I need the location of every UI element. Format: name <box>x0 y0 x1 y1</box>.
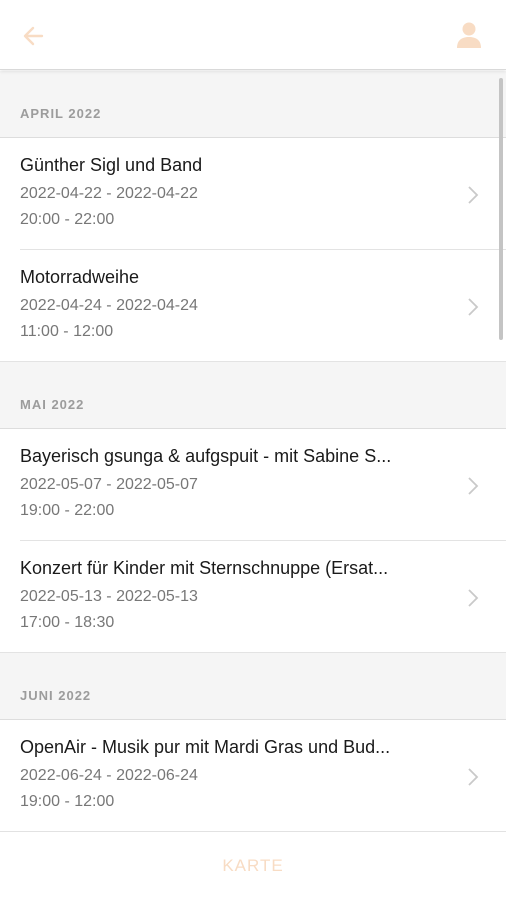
section-header-juni: JUNI 2022 <box>0 653 506 720</box>
event-time: 20:00 - 22:00 <box>20 211 115 228</box>
map-button[interactable]: KARTE <box>222 856 283 876</box>
chevron-path <box>468 768 479 786</box>
chevron-right-icon <box>468 768 479 786</box>
event-time: 17:00 - 18:30 <box>20 614 115 631</box>
chevron-right-icon <box>468 589 479 607</box>
chevron-right-icon <box>468 298 479 316</box>
event-row[interactable]: Bayerisch gsunga & aufgspuit - mit Sabin… <box>0 429 506 541</box>
section-items-juni: OpenAir - Musik pur mit Mardi Gras und B… <box>0 720 506 831</box>
bottom-bar: KARTE <box>0 831 506 900</box>
chevron-path <box>468 298 479 316</box>
event-time: 11:00 - 12:00 <box>20 323 114 340</box>
chevron-path <box>468 186 479 204</box>
event-time: 19:00 - 12:00 <box>20 793 115 810</box>
scrollbar[interactable] <box>499 78 503 340</box>
back-arrow-path <box>23 26 44 46</box>
event-dates: 2022-04-24 - 2022-04-24 <box>20 297 198 314</box>
event-dates: 2022-05-13 - 2022-05-13 <box>20 588 198 605</box>
chevron-right-icon <box>468 186 479 204</box>
section-header-mai: MAI 2022 <box>0 362 506 429</box>
event-title: OpenAir - Musik pur mit Mardi Gras und B… <box>20 737 391 757</box>
event-time: 19:00 - 22:00 <box>20 502 115 519</box>
section-header-april: APRIL 2022 <box>0 71 506 138</box>
event-row[interactable]: Günther Sigl und Band 2022-04-22 - 2022-… <box>0 138 506 250</box>
event-row[interactable]: Konzert für Kinder mit Sternschnuppe (Er… <box>0 541 506 653</box>
user-icon[interactable] <box>454 20 484 50</box>
event-title: Bayerisch gsunga & aufgspuit - mit Sabin… <box>20 446 392 466</box>
chevron-right-icon <box>468 477 479 495</box>
chevron-path <box>468 589 479 607</box>
event-list[interactable]: APRIL 2022 Günther Sigl und Band 2022-04… <box>0 71 506 831</box>
event-title: Motorradweihe <box>20 267 140 287</box>
event-dates: 2022-04-22 - 2022-04-22 <box>20 185 198 202</box>
user-icon-body <box>457 37 481 48</box>
chevron-path <box>468 477 479 495</box>
event-title: Günther Sigl und Band <box>20 155 203 175</box>
top-app-bar <box>0 0 506 70</box>
back-arrow-icon[interactable] <box>20 22 48 50</box>
event-row[interactable]: Motorradweihe 2022-04-24 - 2022-04-24 11… <box>0 250 506 362</box>
event-row[interactable]: OpenAir - Musik pur mit Mardi Gras und B… <box>0 720 506 831</box>
section-items-mai: Bayerisch gsunga & aufgspuit - mit Sabin… <box>0 429 506 653</box>
event-dates: 2022-06-24 - 2022-06-24 <box>20 767 198 784</box>
event-dates: 2022-05-07 - 2022-05-07 <box>20 476 198 493</box>
user-icon-head <box>462 22 476 36</box>
event-title: Konzert für Kinder mit Sternschnuppe (Er… <box>20 558 389 578</box>
section-items-april: Günther Sigl und Band 2022-04-22 - 2022-… <box>0 138 506 362</box>
